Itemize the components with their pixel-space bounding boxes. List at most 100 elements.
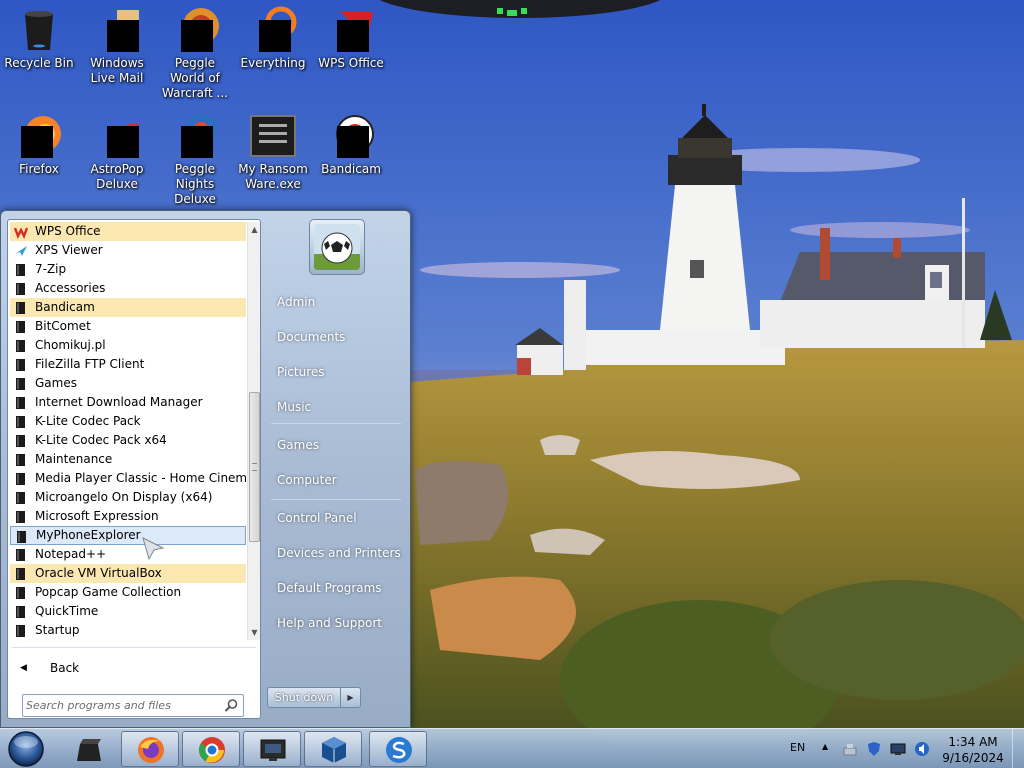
mouse-cursor-icon — [142, 537, 165, 561]
shutdown-options-icon[interactable]: ▶ — [341, 687, 361, 708]
start-menu-link[interactable]: Music — [267, 393, 403, 422]
program-item[interactable]: Maintenance — [10, 450, 246, 469]
program-item[interactable]: Games — [10, 374, 246, 393]
program-item[interactable]: Microangelo On Display (x64) — [10, 488, 246, 507]
program-label: Popcap Game Collection — [35, 585, 182, 599]
peggle-icon — [181, 8, 219, 52]
network-status-icon[interactable] — [842, 741, 858, 757]
explorer-icon — [77, 739, 101, 761]
program-label: XPS Viewer — [35, 243, 103, 257]
desktop-icon-my-ransomware[interactable]: My Ransom Ware.exe — [234, 112, 312, 192]
program-label: MyPhoneExplorer — [36, 528, 141, 542]
program-item[interactable]: 7-Zip — [10, 260, 246, 279]
security-shield-icon[interactable] — [866, 741, 882, 757]
program-item[interactable]: Popcap Game Collection — [10, 583, 246, 602]
volume-icon[interactable] — [914, 741, 930, 757]
program-item[interactable]: K-Lite Codec Pack — [10, 412, 246, 431]
taskbar-screen-app-button[interactable] — [243, 731, 301, 767]
program-item[interactable]: XPS Viewer — [10, 241, 246, 260]
virtualbox-icon — [322, 737, 346, 763]
program-label: Media Player Classic - Home Cinema x6 — [35, 471, 246, 485]
scroll-down-icon[interactable]: ▼ — [248, 625, 261, 640]
desktop-icon-bandicam[interactable]: Bandicam — [312, 112, 390, 177]
language-indicator[interactable]: EN — [790, 741, 805, 754]
wps-icon — [13, 225, 29, 239]
program-item[interactable]: Startup — [10, 621, 246, 640]
program-item[interactable]: Media Player Classic - Home Cinema x6 — [10, 469, 246, 488]
folder-icon — [14, 472, 28, 486]
divider — [271, 423, 401, 424]
search-input[interactable] — [26, 697, 216, 714]
desktop-icon-wps-office[interactable]: WPS Office — [312, 6, 390, 71]
start-menu-link[interactable]: Default Programs — [267, 574, 403, 603]
start-menu-link[interactable]: Admin — [267, 288, 403, 317]
program-item[interactable]: Oracle VM VirtualBox — [10, 564, 246, 583]
folder-icon — [14, 358, 28, 372]
back-label: Back — [50, 661, 80, 675]
taskbar-chrome-button[interactable] — [182, 731, 240, 767]
show-hidden-icons-icon[interactable]: ▲ — [822, 742, 828, 751]
user-avatar[interactable] — [309, 219, 365, 275]
scroll-thumb[interactable] — [249, 392, 260, 542]
desktop-icon-recycle-bin[interactable]: Recycle Bin — [0, 6, 78, 71]
start-menu-link[interactable]: Control Panel — [267, 504, 403, 533]
all-programs-list: WPS Office XPS Viewer 7-Zip Accessories Band… — [10, 222, 246, 642]
desktop-icon-peggle-wow[interactable]: Peggle World of Warcraft ... — [156, 6, 234, 101]
program-label: WPS Office — [35, 224, 101, 238]
desktop-icon-firefox[interactable]: Firefox — [0, 112, 78, 177]
folder-icon — [14, 377, 28, 391]
program-item[interactable]: QuickTime — [10, 602, 246, 621]
start-menu-link[interactable]: Documents — [267, 323, 403, 352]
taskbar-virtualbox-button[interactable] — [304, 731, 362, 767]
s-app-icon — [386, 737, 412, 763]
desktop-icon-everything[interactable]: Everything — [234, 6, 312, 71]
show-desktop-button[interactable] — [1012, 729, 1024, 768]
desktop-icon-peggle-nights[interactable]: Peggle Nights Deluxe — [156, 112, 234, 207]
scroll-up-icon[interactable]: ▲ — [248, 222, 261, 237]
program-item[interactable]: Bandicam — [10, 298, 246, 317]
start-orb-icon[interactable] — [6, 730, 46, 768]
start-menu-link[interactable]: Games — [267, 431, 403, 460]
search-box[interactable] — [22, 694, 244, 717]
shutdown-button[interactable]: Shut down — [267, 687, 341, 708]
program-item[interactable]: Accessories — [10, 279, 246, 298]
folder-icon — [14, 567, 28, 581]
folder-icon — [14, 453, 28, 467]
status-light-icon — [497, 8, 527, 16]
program-item[interactable]: Notepad++ — [10, 545, 246, 564]
programs-pane: WPS Office XPS Viewer 7-Zip Accessories Band… — [7, 219, 261, 719]
clock-time[interactable]: 1:34 AM — [948, 735, 998, 749]
folder-icon — [14, 434, 28, 448]
divider — [12, 647, 256, 648]
start-menu-link[interactable]: Help and Support — [267, 609, 403, 638]
program-label: Startup — [35, 623, 80, 637]
program-item[interactable]: WPS Office — [10, 222, 246, 241]
program-list-scrollbar[interactable]: ▲ ▼ — [247, 222, 260, 640]
peggle-nights-icon — [181, 114, 217, 158]
program-item[interactable]: BitComet — [10, 317, 246, 336]
program-item[interactable]: FileZilla FTP Client — [10, 355, 246, 374]
taskbar-s-app-button[interactable] — [369, 731, 427, 767]
start-menu-link[interactable]: Computer — [267, 466, 403, 495]
display-icon[interactable] — [890, 741, 906, 757]
screen-app-icon — [260, 739, 286, 761]
program-item[interactable]: K-Lite Codec Pack x64 — [10, 431, 246, 450]
desktop-icon-windows-live-mail[interactable]: Windows Live Mail — [78, 6, 156, 86]
taskbar-firefox-button[interactable] — [121, 731, 179, 767]
back-button[interactable]: ◀ Back — [14, 657, 254, 679]
clock-date[interactable]: 9/16/2024 — [942, 751, 1004, 765]
program-item[interactable]: Microsoft Expression — [10, 507, 246, 526]
search-icon[interactable] — [224, 698, 239, 713]
start-menu-link[interactable]: Devices and Printers — [267, 539, 403, 568]
taskbar: EN ▲ 1:34 AM 9/16/2024 — [0, 728, 1024, 768]
program-label: BitComet — [35, 319, 91, 333]
program-item[interactable]: Internet Download Manager — [10, 393, 246, 412]
taskbar-explorer-button[interactable] — [60, 731, 118, 767]
program-item[interactable]: Chomikuj.pl — [10, 336, 246, 355]
divider — [271, 499, 401, 500]
start-menu-link[interactable]: Pictures — [267, 358, 403, 387]
chrome-icon — [198, 737, 225, 763]
folder-icon — [14, 339, 28, 353]
program-item[interactable]: MyPhoneExplorer — [10, 526, 246, 545]
desktop-icon-astropop[interactable]: AstroPop Deluxe — [78, 112, 156, 192]
